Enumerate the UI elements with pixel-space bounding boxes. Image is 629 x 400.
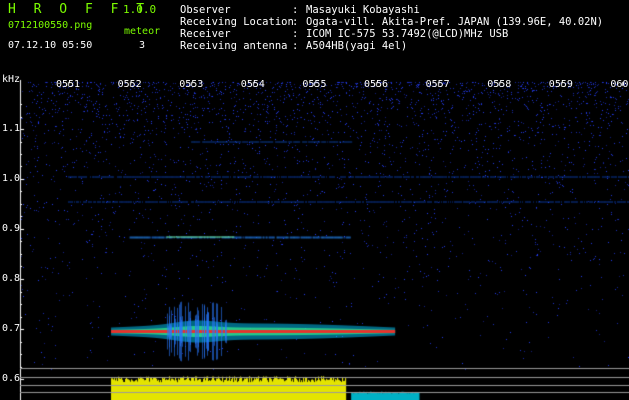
time-tick-label: 0555 [302, 79, 327, 90]
receiver-value: ICOM IC-575 53.7492(@LCD)MHz USB [306, 28, 509, 40]
time-tick-label: 0559 [548, 79, 573, 90]
location-sep: : [292, 16, 299, 28]
filename-label: 0712100550.png [8, 20, 93, 31]
time-tick-label: 0556 [364, 79, 389, 90]
receiver-key: Receiver [180, 28, 231, 40]
y-tick-label: 1.0 [2, 173, 21, 184]
location-value: Ogata-vill. Akita-Pref. JAPAN (139.96E, … [306, 16, 604, 28]
time-tick-label: 0557 [425, 79, 450, 90]
y-axis-unit: kHz [2, 74, 21, 85]
hrofft-window: H R O F F T 1.0.0 0712100550.png meteor … [0, 0, 629, 400]
app-version: 1.0.0 [123, 3, 157, 16]
location-key: Receiving Location [180, 16, 294, 28]
y-tick-label: 1.1 [2, 123, 21, 134]
antenna-value: A504HB(yagi 4el) [306, 40, 408, 52]
y-tick-label: 0.9 [2, 223, 21, 234]
time-tick-label: 0554 [240, 79, 265, 90]
meteor-count: 3 [139, 40, 146, 51]
datetime-label: 07.12.10 05:50 [8, 40, 93, 51]
time-tick-label: 0600 [610, 79, 629, 90]
spectrogram-canvas [0, 72, 629, 400]
antenna-key: Receiving antenna [180, 40, 288, 52]
time-tick-label: 0551 [56, 79, 81, 90]
time-tick-label: 0558 [487, 79, 512, 90]
receiver-sep: : [292, 28, 299, 40]
y-tick-label: 0.6 [2, 373, 21, 384]
observer-key: Observer [180, 4, 231, 16]
time-tick-label: 0552 [117, 79, 142, 90]
observer-sep: : [292, 4, 299, 16]
antenna-sep: : [292, 40, 299, 52]
observer-value: Masayuki Kobayashi [306, 4, 420, 16]
meteor-label: meteor [124, 26, 161, 37]
y-tick-label: 0.8 [2, 273, 21, 284]
y-tick-label: 0.7 [2, 323, 21, 334]
time-tick-label: 0553 [179, 79, 204, 90]
